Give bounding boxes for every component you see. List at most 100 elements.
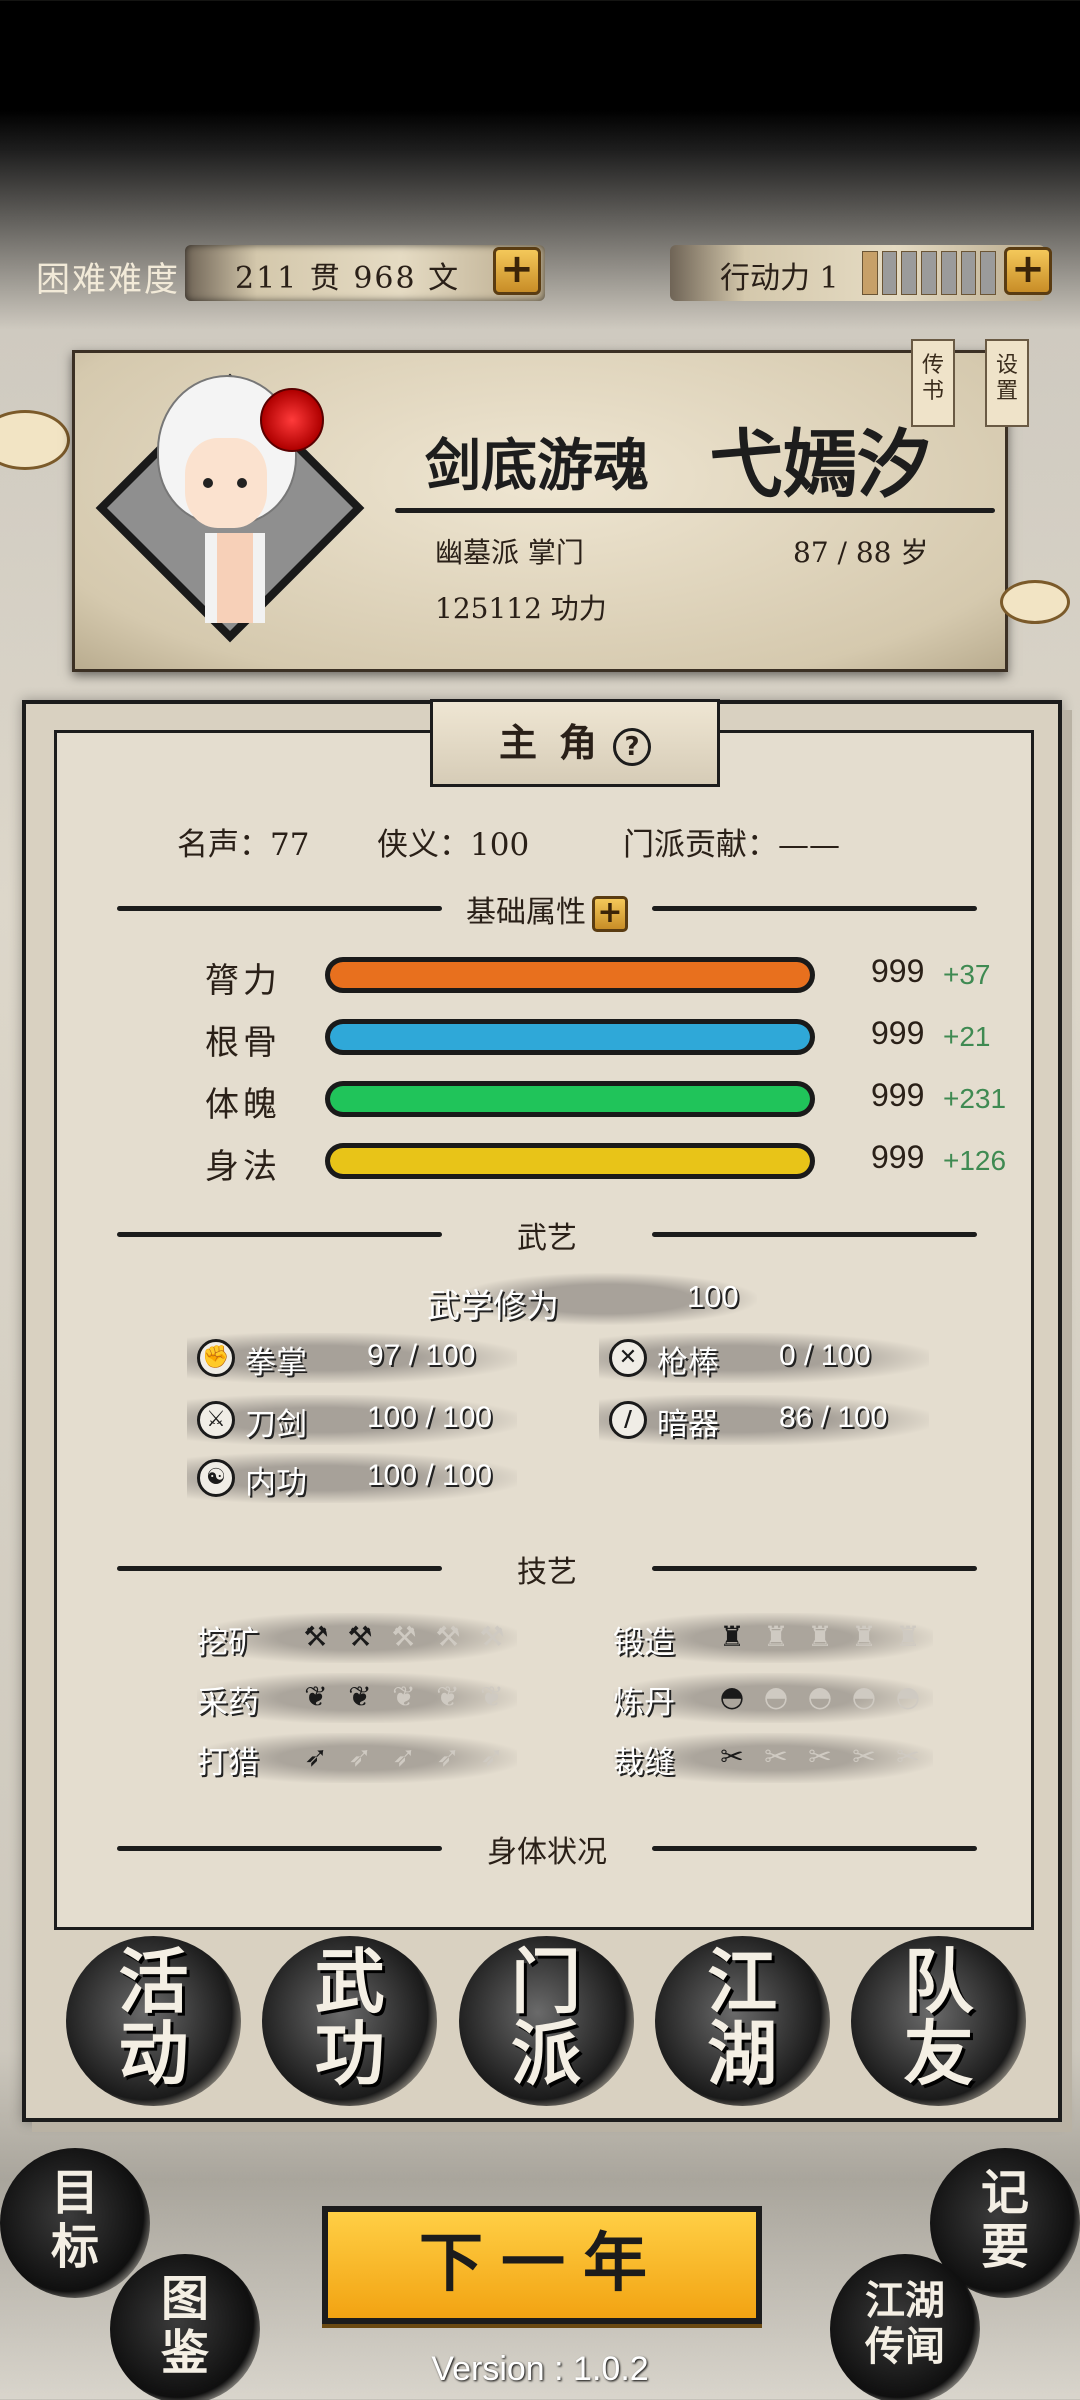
craft-item[interactable]: 采药 ❦ ❦ ❦ ❦ ❦ (197, 1673, 517, 1723)
attribute-value: 999 (871, 953, 925, 989)
pickaxe-icon: ⚒ (347, 1620, 373, 1653)
next-year-button[interactable]: 下一年 (322, 2206, 762, 2324)
attribute-name: 膂力 (205, 961, 281, 1001)
skill-value: 0 / 100 (779, 1339, 871, 1372)
craft-item[interactable]: 炼丹 ◓ ◓ ◓ ◓ ◓ (613, 1673, 933, 1723)
crafts-header: 技艺 (117, 1547, 977, 1590)
spear-icon: ✕ (609, 1339, 647, 1377)
pickaxe-icon: ⚒ (391, 1620, 417, 1653)
craft-item[interactable]: 打猎 ➶ ➶ ➶ ➶ ➶ (197, 1733, 517, 1783)
skill-value: 97 / 100 (367, 1339, 476, 1372)
money-value: 211 贯 968 文 (235, 261, 461, 296)
craft-item[interactable]: 裁缝 ✂ ✂ ✂ ✂ ✂ (613, 1733, 933, 1783)
attribute-bonus: +231 (943, 1083, 1007, 1114)
craft-level: ♜ ♜ ♜ ♜ ♜ (713, 1619, 927, 1657)
martial-skill-item[interactable]: ✕ 枪棒 0 / 100 (599, 1333, 929, 1383)
add-money-button[interactable]: + (493, 247, 541, 295)
herb-icon: ❦ (348, 1680, 372, 1713)
character-power: 125112 功力 (435, 592, 607, 625)
pickaxe-icon: ⚒ (435, 1620, 461, 1653)
settings-tag-button[interactable]: 设置 (985, 339, 1029, 427)
bow-icon: ➶ (392, 1740, 416, 1773)
add-attribute-button[interactable]: + (592, 896, 628, 932)
goal-button[interactable]: 目标 (0, 2148, 150, 2298)
body-title: 身体状况 (487, 1835, 607, 1870)
attribute-bonus: +21 (943, 1021, 991, 1052)
mortar-icon: ◓ (851, 1680, 877, 1713)
top-bar: 困难难度 211 贯 968 文 + 行动力 1 + (0, 230, 1080, 320)
herb-icon: ❦ (304, 1680, 328, 1713)
needle-icon: ✂ (720, 1740, 744, 1773)
craft-name: 打猎 (197, 1745, 259, 1781)
martial-title: 武艺 (517, 1221, 577, 1256)
craft-item[interactable]: 锻造 ♜ ♜ ♜ ♜ ♜ (613, 1613, 933, 1663)
kungfu-button[interactable]: 武功 (262, 1936, 438, 2106)
cultivation-value: 100 (687, 1279, 739, 1314)
craft-name: 炼丹 (613, 1685, 675, 1721)
cultivation-row: 武学修为 100 (427, 1273, 757, 1325)
martial-skill-item[interactable]: ✊ 拳掌 97 / 100 (187, 1333, 517, 1383)
needle-icon: ✂ (852, 1740, 876, 1773)
energy-cell (940, 251, 957, 295)
energy-cell (960, 251, 977, 295)
main-panel: 主角? 名声：77 侠义：100 门派贡献：—— 基础属性 + 膂力 999 +37 根… (22, 699, 1062, 2122)
bow-icon: ➶ (480, 1740, 504, 1773)
cultivation-label: 武学修为 (427, 1286, 559, 1325)
skill-value: 100 / 100 (367, 1459, 493, 1492)
character-sect: 幽墓派 掌门 (435, 536, 584, 569)
crafts-title: 技艺 (517, 1555, 577, 1590)
anvil-icon: ♜ (851, 1620, 877, 1653)
martial-skill-item[interactable]: ☯ 内功 100 / 100 (187, 1453, 517, 1503)
team-button[interactable]: 队友 (851, 1936, 1026, 2106)
attribute-bar-fill (330, 1086, 810, 1112)
pickaxe-icon: ⚒ (303, 1620, 329, 1653)
money-bar: 211 贯 968 文 + (185, 245, 545, 301)
character-name: 弋嫣汐 (709, 422, 931, 508)
energy-cell (980, 251, 997, 295)
skill-value: 100 / 100 (367, 1401, 493, 1434)
mail-tag-button[interactable]: 传书 (911, 339, 955, 427)
attribute-bar (325, 957, 815, 993)
skill-name: 暗器 (657, 1407, 719, 1443)
attribute-bar (325, 1019, 815, 1055)
herb-icon: ❦ (436, 1680, 460, 1713)
character-title: 剑底游魂 (425, 433, 649, 499)
avatar-face (185, 438, 267, 528)
bow-icon: ➶ (348, 1740, 372, 1773)
needle-icon: ✂ (764, 1740, 788, 1773)
energy-cell (901, 251, 918, 295)
pickaxe-icon: ⚒ (479, 1620, 505, 1653)
tab-label: 主角 (498, 720, 619, 765)
sword-icon: ⚔ (197, 1401, 235, 1439)
inner-power-icon: ☯ (197, 1459, 235, 1497)
attribute-name: 体魄 (205, 1085, 281, 1125)
anvil-icon: ♜ (719, 1620, 745, 1653)
anvil-icon: ♜ (895, 1620, 921, 1653)
attribute-row: 膂力 999 +37 (205, 953, 1045, 1001)
attribute-bar (325, 1143, 815, 1179)
skill-name: 枪棒 (657, 1345, 719, 1381)
sect-button[interactable]: 门派 (458, 1936, 634, 2106)
anvil-icon: ♜ (807, 1620, 833, 1653)
mortar-icon: ◓ (807, 1680, 833, 1713)
attribute-bonus: +126 (943, 1145, 1007, 1176)
skill-name: 拳掌 (245, 1345, 307, 1381)
activity-button[interactable]: 活动 (66, 1936, 241, 2106)
difficulty-label: 困难难度 (36, 260, 180, 300)
bow-icon: ➶ (304, 1740, 328, 1773)
tab-protagonist[interactable]: 主角? (430, 699, 720, 787)
cloud-decoration (1000, 580, 1070, 624)
martial-skill-item[interactable]: ∕ 暗器 86 / 100 (599, 1395, 929, 1445)
craft-item[interactable]: 挖矿 ⚒ ⚒ ⚒ ⚒ ⚒ (197, 1613, 517, 1663)
add-energy-button[interactable]: + (1004, 247, 1052, 295)
attribute-value: 999 (871, 1077, 925, 1113)
energy-bar: 行动力 1 + (670, 245, 1052, 301)
bottom-tab-bar: 活动 武功 门派 江湖 队友 (66, 1936, 1026, 2106)
character-card: 剑底游魂 弋嫣汐 幽墓派 掌门 87 / 88 岁 125112 功力 传书 设… (72, 339, 1029, 672)
herb-icon: ❦ (392, 1680, 416, 1713)
help-icon[interactable]: ? (613, 727, 651, 766)
version-label: Version : 1.0.2 (431, 2350, 649, 2388)
character-age: 87 / 88 岁 (793, 536, 929, 569)
martial-skill-item[interactable]: ⚔ 刀剑 100 / 100 (187, 1395, 517, 1445)
jianghu-button[interactable]: 江湖 (654, 1936, 830, 2106)
